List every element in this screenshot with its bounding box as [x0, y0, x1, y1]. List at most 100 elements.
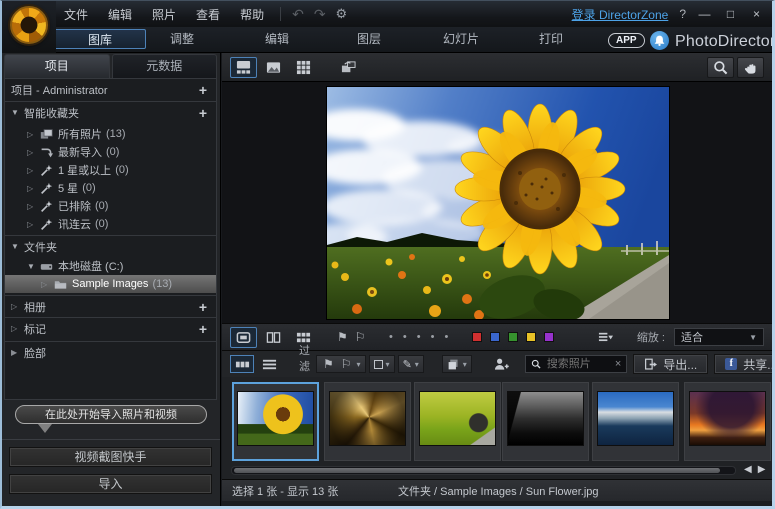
chevron-collapsed-icon[interactable]: ▷ — [27, 184, 40, 193]
thumbnail-bicycle-field[interactable] — [414, 382, 501, 461]
import-button[interactable]: 导入 — [9, 474, 212, 494]
add-project-button[interactable]: + — [199, 82, 210, 98]
filter-flags-dropdown[interactable]: ⚑ ⚐ ▾ — [316, 355, 366, 373]
menu-view[interactable]: 查看 — [186, 3, 230, 26]
add-album-button[interactable]: + — [199, 299, 210, 315]
minimize-button[interactable]: — — [697, 7, 712, 21]
thumbnail-mountain-lake[interactable] — [592, 382, 679, 461]
share-button[interactable]: f 共享... — [714, 354, 775, 374]
app-badge-button[interactable]: APP — [608, 33, 645, 48]
chevron-expanded-icon[interactable]: ▼ — [11, 242, 24, 251]
chevron-collapsed-icon[interactable]: ▷ — [27, 166, 40, 175]
help-button[interactable]: ? — [679, 7, 686, 21]
tree-item-latest-import[interactable]: ▷ 最新导入 (0) — [5, 143, 216, 161]
sort-options-button[interactable] — [592, 327, 619, 348]
rating-dot[interactable]: • — [403, 331, 407, 343]
scroll-left-button[interactable]: ◀ — [744, 464, 752, 475]
stack-photos-dropdown[interactable]: ▾ — [442, 355, 472, 373]
grid-view-button[interactable] — [290, 57, 317, 78]
browser-view-button[interactable] — [230, 57, 257, 78]
flag-pick-icon[interactable]: ⚑ — [335, 330, 350, 344]
tag-face-button[interactable] — [490, 355, 514, 373]
tab-slideshow[interactable]: 幻灯片 — [425, 29, 497, 49]
tree-albums-section[interactable]: ▷ 相册 + — [5, 295, 216, 317]
filmstrip-scrollbar[interactable] — [231, 466, 736, 475]
thumbnail-view-button[interactable] — [230, 355, 254, 373]
search-box[interactable]: × — [525, 355, 627, 373]
chevron-collapsed-icon[interactable]: ▷ — [11, 324, 24, 333]
login-directorzone-link[interactable]: 登录 DirectorZone — [572, 6, 669, 23]
photo-sun-flower[interactable] — [327, 87, 669, 319]
chevron-expanded-icon[interactable]: ▼ — [11, 108, 24, 117]
tree-smart-collection[interactable]: ▼ 智能收藏夹 + — [5, 101, 216, 123]
color-label-purple[interactable] — [544, 332, 554, 342]
tab-edit[interactable]: 编辑 — [247, 29, 307, 49]
color-label-yellow[interactable] — [526, 332, 536, 342]
export-button[interactable]: 导出... — [633, 354, 708, 374]
zoom-tool-button[interactable] — [707, 57, 734, 78]
tree-item-one-star-up[interactable]: ▷ 1 星或以上 (0) — [5, 161, 216, 179]
menu-file[interactable]: 文件 — [54, 3, 98, 26]
thumbnail-golden-spiral[interactable] — [324, 382, 411, 461]
maximize-button[interactable]: □ — [723, 7, 738, 21]
scroll-right-button[interactable]: ▶ — [758, 464, 766, 475]
menu-edit[interactable]: 编辑 — [98, 3, 142, 26]
color-label-blue[interactable] — [490, 332, 500, 342]
tree-item-five-star[interactable]: ▷ 5 星 (0) — [5, 179, 216, 197]
tree-item-cyberlink-cloud[interactable]: ▷ 讯连云 (0) — [5, 215, 216, 233]
chevron-collapsed-icon[interactable]: ▷ — [27, 148, 40, 157]
chevron-collapsed-filled-icon[interactable]: ▶ — [11, 348, 24, 357]
tab-layers[interactable]: 图层 — [340, 29, 398, 49]
thumbnail-sunflower[interactable] — [232, 382, 319, 461]
dual-display-button[interactable] — [335, 57, 362, 78]
import-hint-button[interactable]: 在此处开始导入照片和视频 — [15, 405, 207, 424]
thumbnail-dark-landscape[interactable] — [502, 382, 589, 461]
rating-dot[interactable]: • — [417, 331, 421, 343]
tab-adjustment[interactable]: 调整 — [152, 29, 212, 49]
rating-dot[interactable]: • — [389, 331, 393, 343]
tree-item-all-photos[interactable]: ▷ 所有照片 (13) — [5, 125, 216, 143]
single-view-button[interactable] — [230, 327, 257, 348]
sidebar-tab-metadata[interactable]: 元数据 — [112, 54, 218, 78]
filter-label-dropdown[interactable]: ▾ — [369, 355, 395, 373]
clear-search-icon[interactable]: × — [615, 358, 621, 370]
filter-edited-dropdown[interactable]: ✎ ▾ — [398, 355, 424, 373]
tree-folders-section[interactable]: ▼ 文件夹 — [5, 235, 216, 257]
chevron-collapsed-icon[interactable]: ▷ — [27, 220, 40, 229]
pan-hand-button[interactable] — [737, 57, 764, 78]
chevron-collapsed-icon[interactable]: ▷ — [27, 130, 40, 139]
rating-dot[interactable]: • — [444, 331, 448, 343]
undo-icon[interactable]: ↶ — [287, 6, 309, 23]
redo-icon[interactable]: ↷ — [309, 6, 331, 23]
tab-library[interactable]: 图库 — [54, 29, 146, 49]
menu-help[interactable]: 帮助 — [230, 3, 274, 26]
chevron-collapsed-icon[interactable]: ▷ — [27, 202, 40, 211]
chevron-collapsed-icon[interactable]: ▷ — [11, 302, 24, 311]
notification-bell-icon[interactable] — [650, 31, 669, 50]
list-view-button[interactable] — [257, 355, 281, 373]
viewer-only-button[interactable] — [260, 57, 287, 78]
close-button[interactable]: × — [749, 7, 764, 21]
menu-photo[interactable]: 照片 — [142, 3, 186, 26]
color-label-green[interactable] — [508, 332, 518, 342]
compare-view-button[interactable] — [260, 327, 287, 348]
flag-reject-icon[interactable]: ⚐ — [353, 330, 368, 344]
search-input[interactable] — [545, 357, 611, 371]
scrollbar-thumb[interactable] — [234, 468, 720, 473]
zoom-level-select[interactable]: 适合 ▼ — [674, 328, 764, 346]
chevron-expanded-icon[interactable]: ▼ — [27, 262, 40, 271]
add-smart-collection-button[interactable]: + — [199, 105, 210, 121]
chevron-collapsed-icon[interactable]: ▷ — [41, 280, 54, 289]
settings-gear-icon[interactable]: ⚙ — [331, 6, 353, 22]
color-label-red[interactable] — [472, 332, 482, 342]
thumbnail-sunset-storm[interactable] — [684, 382, 771, 461]
tree-project-header[interactable]: 项目 - Administrator + — [5, 79, 216, 101]
tab-print[interactable]: 打印 — [522, 29, 580, 49]
add-tag-button[interactable]: + — [199, 321, 210, 337]
sidebar-tab-project[interactable]: 项目 — [4, 54, 110, 78]
tree-item-local-disk-c[interactable]: ▼ 本地磁盘 (C:) — [5, 257, 216, 275]
tree-item-sample-images[interactable]: ▷ Sample Images (13) — [5, 275, 216, 293]
tree-faces-section[interactable]: ▶ 脸部 — [5, 341, 216, 363]
tree-item-rejected[interactable]: ▷ 已排除 (0) — [5, 197, 216, 215]
video-snapshot-button[interactable]: 视频截图快手 — [9, 447, 212, 467]
